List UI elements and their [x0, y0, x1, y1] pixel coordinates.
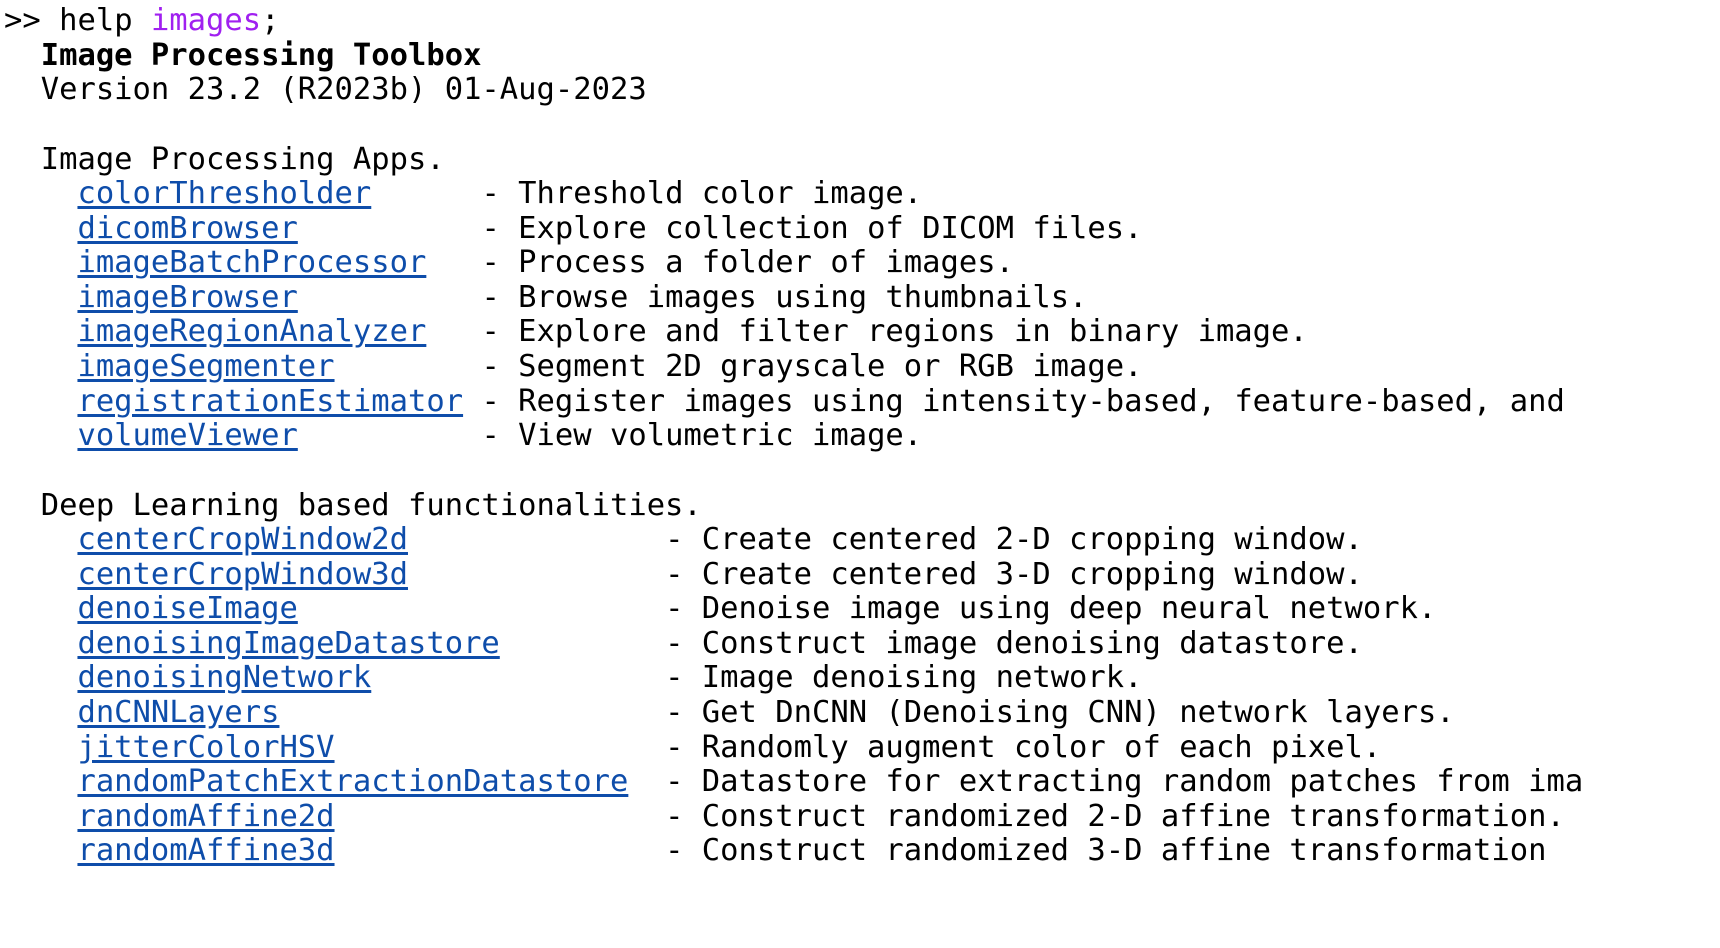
function-list-item: randomPatchExtractionDatastore - Datasto…	[4, 763, 1583, 801]
function-link[interactable]: imageBatchProcessor	[77, 245, 426, 280]
function-list-item: registrationEstimator - Register images …	[4, 383, 1565, 421]
function-list-item: centerCropWindow2d - Create centered 2-D…	[4, 521, 1363, 559]
function-description: - Datastore for extracting random patche…	[665, 764, 1584, 800]
function-list-item: randomAffine2d - Construct randomized 2-…	[4, 798, 1565, 836]
function-link[interactable]: jitterColorHSV	[77, 730, 334, 765]
function-list-item: denoiseImage - Denoise image using deep …	[4, 590, 1436, 628]
function-description: - Browse images using thumbnails.	[481, 279, 1088, 315]
function-list-item: dicomBrowser - Explore collection of DIC…	[4, 210, 1143, 248]
command-argument: images	[150, 3, 262, 38]
function-description: - Explore collection of DICOM files.	[481, 210, 1143, 246]
function-description: - Construct randomized 3-D affine transf…	[665, 833, 1547, 869]
function-link[interactable]: imageRegionAnalyzer	[77, 314, 426, 349]
command-prompt: >>	[4, 3, 41, 38]
function-list-item: denoisingImageDatastore - Construct imag…	[4, 625, 1363, 663]
function-description: - Explore and filter regions in binary i…	[481, 314, 1308, 350]
function-description: - View volumetric image.	[481, 418, 923, 454]
function-list-item: centerCropWindow3d - Create centered 3-D…	[4, 556, 1363, 594]
function-link[interactable]: colorThresholder	[77, 176, 371, 211]
command-verb: help	[59, 3, 133, 38]
function-link[interactable]: centerCropWindow2d	[77, 522, 408, 557]
function-description: - Create centered 2-D cropping window.	[665, 522, 1363, 557]
function-list-item: imageRegionAnalyzer - Explore and filter…	[4, 313, 1308, 351]
function-link[interactable]: registrationEstimator	[77, 384, 463, 419]
function-link[interactable]: randomAffine2d	[77, 799, 334, 834]
function-description: - Process a folder of images.	[481, 245, 1014, 281]
function-list-item: dnCNNLayers - Get DnCNN (Denoising CNN) …	[4, 694, 1455, 732]
function-link[interactable]: imageSegmenter	[77, 349, 334, 384]
section-heading: Deep Learning based functionalities.	[40, 488, 702, 523]
function-description: - Denoise image using deep neural networ…	[665, 591, 1437, 627]
function-description: - Image denoising network.	[665, 660, 1143, 696]
section-heading: Image Processing Apps.	[40, 142, 445, 177]
function-link[interactable]: denoisingImageDatastore	[77, 626, 499, 661]
command-line: >> help images;	[4, 2, 280, 40]
function-link[interactable]: randomPatchExtractionDatastore	[77, 764, 628, 799]
function-list-item: randomAffine3d - Construct randomized 3-…	[4, 832, 1546, 870]
function-link[interactable]: denoisingNetwork	[77, 660, 371, 695]
toolbox-version: Version 23.2 (R2023b) 01-Aug-2023	[40, 72, 647, 107]
function-description: - Construct randomized 2-D affine transf…	[665, 798, 1565, 834]
function-description: - Register images using intensity-based,…	[481, 383, 1565, 419]
function-link[interactable]: centerCropWindow3d	[77, 557, 408, 592]
function-list-item: denoisingNetwork - Image denoising netwo…	[4, 659, 1143, 697]
function-description: - Get DnCNN (Denoising CNN) network laye…	[665, 695, 1455, 730]
function-list-item: jitterColorHSV - Randomly augment color …	[4, 729, 1381, 767]
function-description: - Randomly augment color of each pixel.	[665, 729, 1382, 765]
function-link[interactable]: imageBrowser	[77, 280, 297, 315]
function-list-item: volumeViewer - View volumetric image.	[4, 417, 922, 455]
function-description: - Threshold color image.	[481, 176, 923, 211]
command-window[interactable]: >> help images; Image Processing Toolbox…	[0, 0, 1720, 948]
function-list-item: imageBatchProcessor - Process a folder o…	[4, 244, 1014, 282]
function-link[interactable]: volumeViewer	[77, 418, 297, 453]
function-description: - Segment 2D grayscale or RGB image.	[481, 349, 1143, 384]
toolbox-name: Image Processing Toolbox	[40, 38, 482, 73]
function-description: - Create centered 3-D cropping window.	[665, 556, 1363, 592]
function-list-item: imageSegmenter - Segment 2D grayscale or…	[4, 348, 1143, 386]
function-link[interactable]: denoiseImage	[77, 591, 297, 626]
function-description: - Construct image denoising datastore.	[665, 625, 1363, 661]
function-link[interactable]: dicomBrowser	[77, 211, 297, 246]
command-terminator: ;	[261, 3, 280, 38]
function-link[interactable]: dnCNNLayers	[77, 695, 279, 730]
function-link[interactable]: randomAffine3d	[77, 833, 334, 868]
function-list-item: colorThresholder - Threshold color image…	[4, 175, 922, 213]
function-list-item: imageBrowser - Browse images using thumb…	[4, 279, 1087, 317]
